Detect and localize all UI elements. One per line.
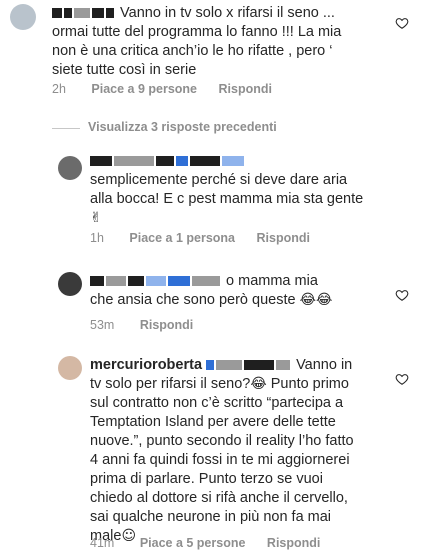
- comment-text: mercurioroberta Vanno in tv solo per rif…: [90, 356, 396, 546]
- reply-button[interactable]: Rispondi: [219, 82, 272, 96]
- heart-icon[interactable]: [395, 288, 409, 302]
- redacted-username: [64, 8, 72, 19]
- redacted-username: [114, 156, 154, 167]
- comment-line: o mamma mia: [226, 273, 318, 289]
- comment-text: Vanno in tv solo x rifarsi il seno ... o…: [52, 4, 382, 80]
- comment-time: 41m: [90, 536, 115, 550]
- comment-meta: 2h Piace a 9 persone Rispondi: [52, 82, 272, 96]
- redacted-username: [190, 156, 220, 167]
- redacted-username: [128, 276, 144, 287]
- comment-line: chiedo al dottore si rifà anche il cerve…: [90, 490, 348, 506]
- view-replies-label: Visualizza 3 risposte precedenti: [88, 120, 277, 134]
- comment-meta: 53m Rispondi: [90, 318, 193, 332]
- comment-line: Punto primo: [266, 376, 349, 392]
- redacted-username: [222, 156, 244, 167]
- redacted-username: [146, 276, 166, 287]
- comment-time: 1h: [90, 231, 104, 245]
- redacted-username: [52, 8, 62, 19]
- divider-line: [52, 128, 80, 129]
- avatar[interactable]: [58, 356, 82, 380]
- avatar[interactable]: [10, 4, 36, 30]
- reply-button[interactable]: Rispondi: [267, 536, 320, 550]
- redacted-username: [192, 276, 220, 287]
- comment-line: semplicemente perché si deve dare aria: [90, 172, 348, 188]
- laughing-emoji: 😂: [250, 376, 267, 392]
- view-replies-link[interactable]: Visualizza 3 risposte precedenti: [88, 120, 277, 134]
- redacted-username: [90, 276, 104, 287]
- redacted-badge: [176, 156, 188, 167]
- laughing-emoji: 😂😂: [299, 292, 333, 308]
- comment-time: 2h: [52, 82, 66, 96]
- comment-line: non è una critica anch’io le ho rifatte …: [52, 43, 333, 59]
- comment-text: semplicemente perché si deve dare aria a…: [90, 152, 390, 228]
- redacted-username: [168, 276, 190, 287]
- likes-count[interactable]: Piace a 9 persone: [91, 82, 197, 96]
- redacted-username: [216, 360, 243, 371]
- comment-line: tv solo per rifarsi il seno?: [90, 376, 251, 392]
- comment-line: siete tutte così in serie: [52, 62, 197, 78]
- comment-line: ormai tutte del programma lo fanno !!! L…: [52, 24, 342, 40]
- comment-line: prima di parlare. Punto terzo se vuoi: [90, 471, 323, 487]
- redacted-username: [276, 360, 291, 371]
- redacted-username: [74, 8, 90, 19]
- comment-line: che ansia che sono però queste: [90, 292, 296, 308]
- comment-line: Temptation Island per avere delle tette: [90, 414, 336, 430]
- redacted-username: [92, 8, 104, 19]
- heart-icon[interactable]: [395, 372, 409, 386]
- redacted-username: [156, 156, 174, 167]
- likes-count[interactable]: Piace a 1 persona: [129, 231, 235, 245]
- redacted-username: [90, 156, 112, 167]
- avatar[interactable]: [58, 272, 82, 296]
- comment-line: 4 anni fa quindi fossi in te mi aggiorne…: [90, 452, 350, 468]
- heart-icon[interactable]: [395, 16, 409, 30]
- comment-text: o mamma mia che ansia che sono però ques…: [90, 272, 390, 310]
- reply-button[interactable]: Rispondi: [257, 231, 310, 245]
- comment-meta: 41m Piace a 5 persone Rispondi: [90, 536, 320, 550]
- avatar[interactable]: [58, 156, 82, 180]
- comment-line: sai qualche neurone in più non fa mai: [90, 509, 332, 525]
- reply-button[interactable]: Rispondi: [140, 318, 193, 332]
- comment-line: sul contratto non c’è scritto “partecipa…: [90, 395, 344, 411]
- comment-line: Vanno in tv solo x rifarsi il seno ...: [120, 5, 335, 21]
- comment-username[interactable]: mercurioroberta: [90, 357, 202, 373]
- likes-count[interactable]: Piace a 5 persone: [140, 536, 246, 550]
- redacted-username: [106, 276, 126, 287]
- redacted-username: [106, 8, 114, 19]
- comment-line: alla bocca! E c pest mamma mia sta gente: [90, 191, 364, 207]
- comment-line: Vanno in: [296, 357, 353, 373]
- redacted-badge: [206, 360, 215, 371]
- redacted-username: [244, 360, 275, 371]
- victory-hand-emoji: ✌: [90, 210, 102, 226]
- comment-time: 53m: [90, 318, 115, 332]
- comment-line: nuove.”, punto secondo il reality l’ho f…: [90, 433, 354, 449]
- comment-meta: 1h Piace a 1 persona Rispondi: [90, 231, 310, 245]
